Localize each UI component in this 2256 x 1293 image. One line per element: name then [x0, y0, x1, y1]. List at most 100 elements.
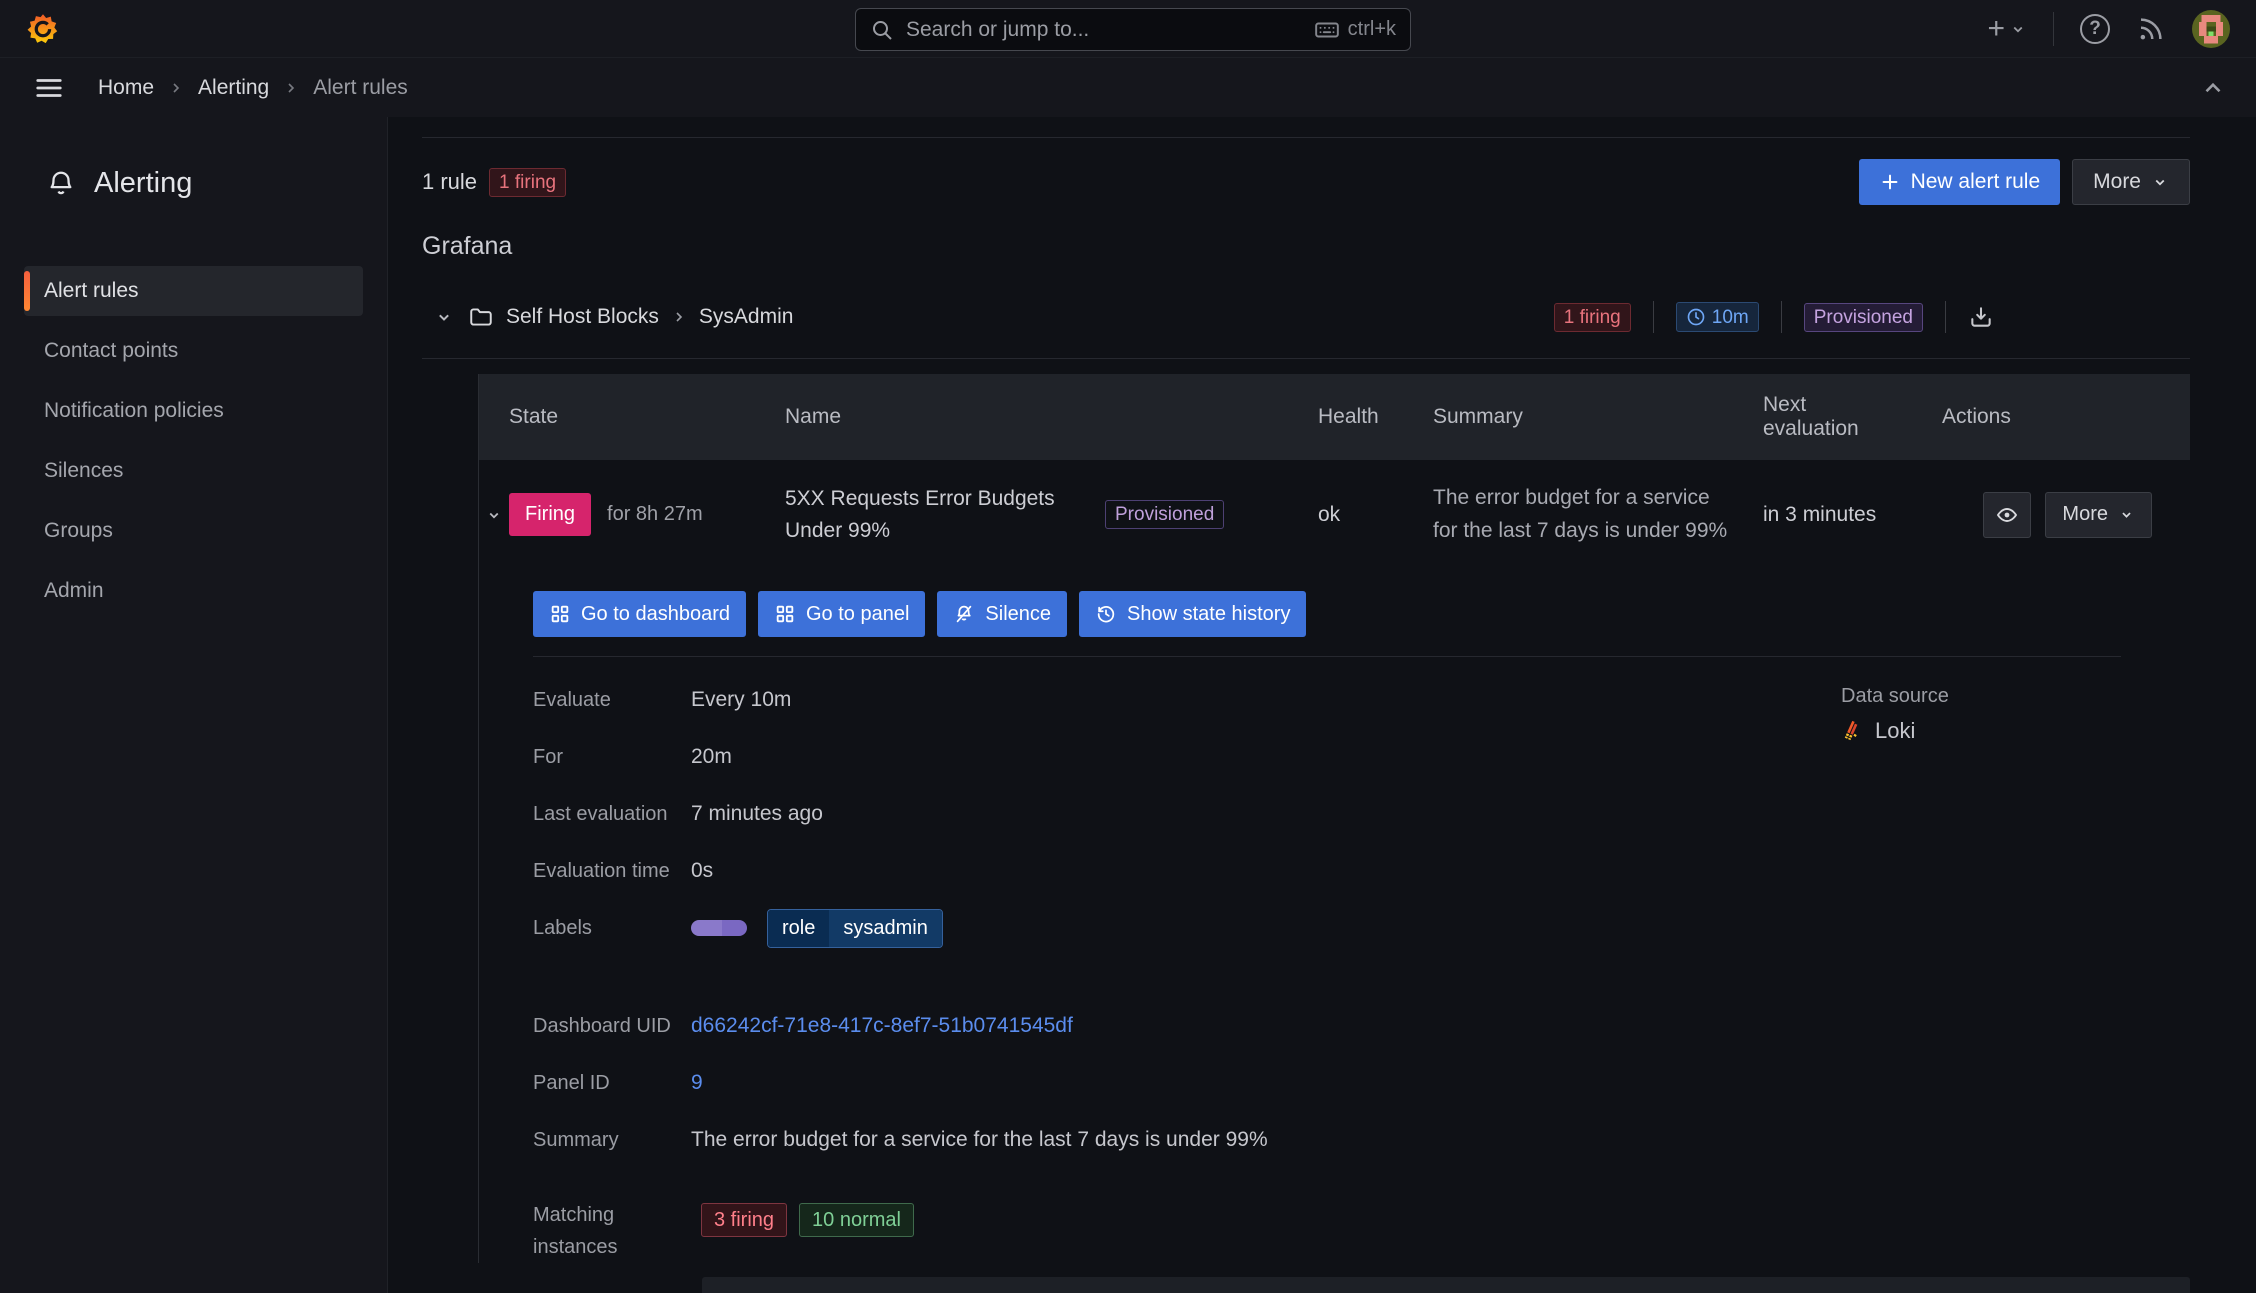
user-avatar[interactable]	[2192, 9, 2230, 48]
breadcrumb-alert-rules: Alert rules	[313, 75, 408, 99]
next-evaluation-cell: in 3 minutes	[1763, 502, 1877, 526]
sidebar-item-contact-points[interactable]: Contact points	[24, 326, 363, 376]
new-alert-rule-button[interactable]: New alert rule	[1858, 159, 2061, 205]
name-cell: 5XX Requests Error Budgets Under 99% Pro…	[785, 483, 1318, 546]
detail-label: Panel ID	[533, 1071, 610, 1094]
panel-id-link[interactable]: 9	[691, 1071, 703, 1095]
firing-count-badge: 1 firing	[489, 167, 567, 197]
group-name: SysAdmin	[698, 305, 794, 328]
detail-value: 7 minutes ago	[691, 802, 823, 826]
column-header-summary: Summary	[1433, 405, 1523, 428]
go-to-dashboard-button[interactable]: Go to dashboard	[533, 591, 746, 638]
row-more-button[interactable]: More	[2045, 491, 2152, 538]
detail-row-panel-id: Panel ID 9	[533, 1064, 1268, 1102]
show-state-history-button[interactable]: Show state history	[1079, 591, 1307, 638]
bell-icon	[46, 169, 76, 199]
chevron-up-icon	[2200, 75, 2226, 101]
folder-link[interactable]: Self Host Blocks	[468, 304, 659, 330]
detail-label: Evaluate	[533, 688, 611, 711]
detail-label: Dashboard UID	[533, 1014, 671, 1037]
detail-value: 0s	[691, 859, 714, 883]
add-new-button[interactable]: +	[1987, 12, 2027, 46]
grafana-alerting-page: Search or jump to... ctrl+k + ? Home Ale…	[0, 0, 2256, 1293]
detail-row-last-evaluation: Last evaluation 7 minutes ago	[533, 795, 1268, 833]
alerting-sidebar: Alerting Alert rules Contact points Noti…	[0, 117, 388, 1293]
summary-cell: The error budget for a service for the l…	[1433, 486, 1728, 542]
keyboard-icon	[1314, 17, 1340, 43]
main-content: 1 rule 1 firing New alert rule More Graf…	[388, 117, 2256, 1293]
sidebar-item-label: Contact points	[44, 339, 179, 362]
datasource-block: Data source Loki	[1841, 681, 2190, 1263]
detail-value: 20m	[691, 745, 732, 769]
sidebar-items: Alert rules Contact points Notification …	[24, 266, 363, 616]
row-actions-cell: More	[1908, 491, 2190, 538]
matching-firing-badge: 3 firing	[701, 1203, 788, 1238]
sidebar-title: Alerting	[94, 167, 193, 199]
firing-state-badge[interactable]: Firing	[509, 493, 592, 537]
instances-table-edge	[702, 1277, 2190, 1293]
matching-instance-badges: 3 firing 10 normal	[701, 1199, 914, 1238]
collapse-controls-button[interactable]	[2200, 75, 2226, 101]
group-collapse-button[interactable]	[430, 303, 458, 331]
sidebar-item-admin[interactable]: Admin	[24, 566, 363, 616]
eye-icon	[1995, 503, 2019, 527]
health-cell: ok	[1318, 502, 1341, 526]
download-icon	[1968, 304, 1994, 330]
history-icon	[1095, 603, 1117, 625]
datasource-label: Data source	[1841, 685, 1949, 708]
column-header-name: Name	[785, 405, 842, 428]
column-header-actions: Actions	[1942, 405, 2011, 428]
sidebar-item-groups[interactable]: Groups	[24, 506, 363, 556]
help-button[interactable]: ?	[2080, 13, 2110, 44]
clock-icon	[1686, 307, 1706, 327]
detail-label: For	[533, 745, 563, 768]
sidebar-item-silences[interactable]: Silences	[24, 446, 363, 496]
more-actions-button[interactable]: More	[2072, 159, 2190, 205]
rss-icon	[2136, 14, 2166, 44]
news-button[interactable]	[2136, 14, 2166, 44]
sidebar-item-label: Admin	[44, 579, 104, 602]
search-input[interactable]: Search or jump to... ctrl+k	[855, 8, 1411, 51]
mega-menu-toggle[interactable]	[30, 69, 68, 107]
group-meta: 1 firing 10m Provisioned	[1553, 301, 1994, 333]
evaluation-interval-badge: 10m	[1675, 302, 1759, 332]
grafana-logo[interactable]	[26, 12, 60, 46]
help-icon: ?	[2080, 13, 2110, 44]
hamburger-icon	[34, 73, 64, 103]
label-badge[interactable]: role sysadmin	[767, 908, 943, 948]
group-provisioned-badge: Provisioned	[1803, 302, 1923, 332]
silence-button[interactable]: Silence	[937, 591, 1068, 638]
rule-action-buttons: Go to dashboard Go to panel Silence Show…	[533, 591, 2190, 638]
breadcrumb-home[interactable]: Home	[98, 76, 154, 100]
column-header-state: State	[509, 405, 559, 428]
details-section: Evaluate Every 10m For 20m Last evaluati…	[533, 657, 2190, 1263]
export-group-button[interactable]	[1968, 304, 1994, 330]
dashboard-uid-link[interactable]: d66242cf-71e8-417c-8ef7-51b0741545df	[691, 1014, 1073, 1038]
detail-label: Evaluation time	[533, 859, 670, 882]
datasource-entry[interactable]: Loki	[1841, 718, 2190, 744]
detail-row-evaluate: Evaluate Every 10m	[533, 681, 1268, 719]
detail-label: Summary	[533, 1128, 619, 1151]
sidebar-section-header: Alerting	[24, 167, 363, 200]
label-badge-group: role sysadmin	[691, 908, 943, 948]
namespace-title: Grafana	[422, 232, 513, 260]
sidebar-item-label: Groups	[44, 519, 113, 542]
sidebar-item-label: Silences	[44, 459, 124, 482]
view-rule-button[interactable]	[1983, 491, 2032, 538]
folder-icon	[468, 304, 494, 330]
chevron-down-icon	[2009, 20, 2027, 38]
go-to-panel-button[interactable]: Go to panel	[758, 591, 926, 638]
label-key: role	[768, 909, 830, 947]
rule-name-link[interactable]: 5XX Requests Error Budgets Under 99%	[785, 483, 1085, 546]
apps-grid-icon	[774, 603, 796, 625]
table-row: Firing for 8h 27m 5XX Requests Error Bud…	[479, 460, 2190, 573]
chevron-right-icon	[671, 309, 687, 325]
rules-table: State Name Health Summary Next evaluatio…	[478, 374, 2190, 1264]
plus-icon	[1879, 171, 1901, 193]
sidebar-item-notification-policies[interactable]: Notification policies	[24, 386, 363, 436]
sidebar-item-alert-rules[interactable]: Alert rules	[24, 266, 363, 316]
shortcut-hint: ctrl+k	[1314, 17, 1396, 43]
breadcrumb-alerting[interactable]: Alerting	[198, 76, 269, 100]
row-collapse-button[interactable]	[481, 502, 507, 528]
meta-divider	[1945, 301, 1946, 333]
